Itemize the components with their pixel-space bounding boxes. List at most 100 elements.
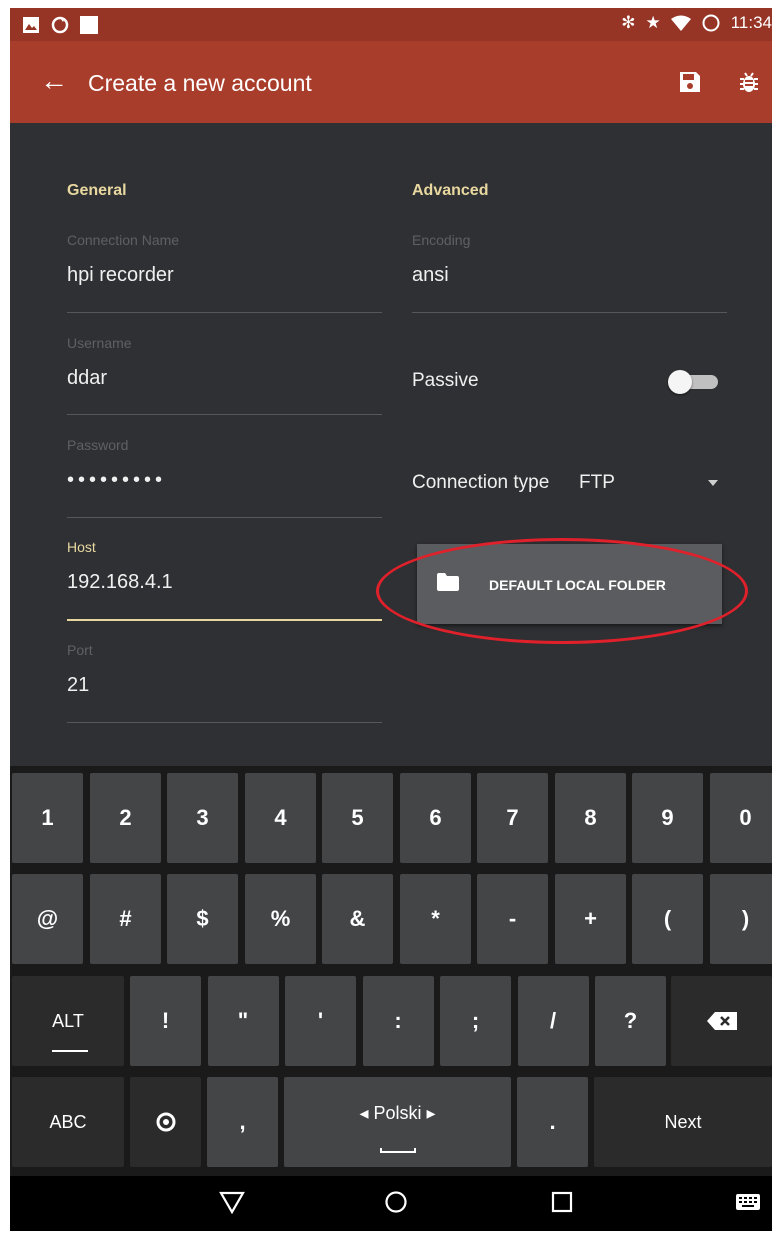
key-row2-3[interactable]: % [245, 874, 316, 964]
key-row1-5-label: 6 [429, 805, 442, 830]
period-key-label: . [549, 1109, 556, 1134]
key-row3-3[interactable]: : [362, 976, 434, 1066]
connection-name-underline [67, 312, 382, 313]
notification-icons [22, 15, 98, 35]
key-row1-6[interactable]: 7 [477, 773, 548, 863]
key-row3-4[interactable]: ; [440, 976, 511, 1066]
default-local-folder-label: DEFAULT LOCAL FOLDER [489, 577, 666, 593]
default-local-folder-button[interactable]: DEFAULT LOCAL FOLDER [417, 544, 722, 624]
clock: 11:34 [730, 13, 772, 32]
connection-type-select[interactable]: FTP [579, 472, 615, 494]
key-row1-4[interactable]: 5 [322, 773, 393, 863]
password-value[interactable]: ••••••••• [67, 469, 382, 497]
password-label: Password [67, 437, 129, 453]
key-row2-4-label: & [349, 906, 366, 931]
key-row1-9[interactable]: 0 [710, 773, 772, 863]
key-row2-2-label: $ [196, 906, 209, 931]
page-title: Create a new account [88, 70, 312, 96]
recents-nav-icon[interactable] [549, 1189, 575, 1215]
key-row3-2-label: ' [317, 1008, 324, 1033]
key-row3-0-label: ! [161, 1008, 170, 1033]
username-field[interactable]: Username ddar [67, 335, 382, 415]
star-icon: ★ [645, 13, 661, 32]
battery-icon [702, 14, 720, 32]
image-notification-icon [23, 17, 39, 33]
key-row2-5[interactable]: * [400, 874, 471, 964]
port-value[interactable]: 21 [67, 674, 382, 702]
key-row2-6-label: - [508, 906, 517, 931]
key-row1-1[interactable]: 2 [90, 773, 161, 863]
key-row2-8-label: ( [663, 906, 672, 931]
key-row3-6[interactable]: ? [595, 976, 666, 1066]
key-row1-2[interactable]: 3 [167, 773, 238, 863]
key-row2-8[interactable]: ( [632, 874, 703, 964]
next-key-label: Next [664, 1111, 702, 1132]
comma-key-label: , [239, 1109, 246, 1134]
key-row1-7[interactable]: 8 [555, 773, 626, 863]
host-underline [67, 619, 382, 621]
key-row3-5[interactable]: / [517, 976, 589, 1066]
comma-key[interactable]: , [207, 1077, 278, 1167]
key-row1-3[interactable]: 4 [245, 773, 316, 863]
passive-toggle-knob [668, 370, 692, 394]
backspace-key[interactable] [671, 976, 772, 1066]
soft-keyboard: 1 @2 #3 $4% 5 & 6 * 7 - 8 +9 (0) ALT! " ':; /? ABC, ◂ Pols… [10, 766, 772, 1176]
key-row2-5-label: * [431, 906, 440, 931]
port-field[interactable]: Port 21 [67, 642, 382, 723]
key-row2-1[interactable]: # [90, 874, 161, 964]
key-row1-1-label: 2 [119, 805, 132, 830]
key-row3-0[interactable]: ! [130, 976, 201, 1066]
dropdown-arrow-icon[interactable] [708, 480, 718, 486]
back-arrow-icon[interactable]: ← [40, 63, 68, 99]
key-row2-7[interactable]: + [555, 874, 626, 964]
next-key[interactable]: Next [594, 1077, 772, 1167]
home-nav-icon[interactable] [383, 1189, 409, 1215]
key-row2-7-label: + [584, 906, 597, 931]
encoding-field[interactable]: Encoding ansi [412, 232, 727, 313]
screen: ✻ ★ 11:34 ← Create a new account General… [10, 8, 772, 1231]
password-field[interactable]: Password ••••••••• [67, 437, 382, 518]
alt-key[interactable]: ALT [12, 976, 124, 1066]
space-indicator [380, 1148, 416, 1153]
passive-toggle[interactable] [668, 370, 722, 394]
username-underline [67, 414, 382, 415]
alt-indicator [52, 1050, 88, 1052]
keyboard-switch-icon[interactable] [735, 1193, 761, 1211]
key-row1-0-label: 1 [41, 805, 54, 830]
key-row2-1-label: # [119, 906, 132, 931]
connection-name-value[interactable]: hpi recorder [67, 264, 382, 292]
key-row1-0[interactable]: 1 [12, 773, 83, 863]
username-value[interactable]: ddar [67, 367, 382, 395]
key-row3-1[interactable]: " [207, 976, 279, 1066]
abc-key-label: ABC [49, 1111, 87, 1132]
host-value[interactable]: 192.168.4.1 [67, 571, 382, 599]
encoding-label: Encoding [412, 232, 471, 248]
key-row2-4[interactable]: & [322, 874, 393, 964]
key-row2-0[interactable]: @ [12, 874, 83, 964]
connection-name-field[interactable]: Connection Name hpi recorder [67, 232, 382, 313]
period-key[interactable]: . [517, 1077, 588, 1167]
key-row1-8[interactable]: 9 [632, 773, 703, 863]
key-row1-2-label: 3 [196, 805, 209, 830]
key-row2-2[interactable]: $ [167, 874, 238, 964]
key-row1-6-label: 7 [506, 805, 519, 830]
port-label: Port [67, 642, 93, 658]
key-row2-9[interactable]: ) [710, 874, 772, 964]
space-key[interactable]: ◂ Polski ▸ [284, 1077, 511, 1167]
bluetooth-icon: ✻ [621, 13, 636, 32]
key-row1-5[interactable]: 6 [400, 773, 471, 863]
key-row1-8-label: 9 [661, 805, 674, 830]
back-nav-icon[interactable] [219, 1189, 245, 1215]
emoji-key[interactable] [130, 1077, 201, 1167]
key-row1-9-label: 0 [739, 805, 752, 830]
key-row2-6[interactable]: - [477, 874, 548, 964]
system-icons: ✻ ★ 11:34 [621, 13, 772, 33]
save-icon[interactable] [679, 71, 701, 93]
key-row3-2[interactable]: ' [285, 976, 356, 1066]
key-row1-7-label: 8 [584, 805, 597, 830]
host-field[interactable]: Host 192.168.4.1 [67, 539, 382, 621]
abc-key[interactable]: ABC [12, 1077, 124, 1167]
bug-report-icon[interactable] [738, 71, 760, 93]
encoding-value[interactable]: ansi [412, 264, 727, 292]
advanced-heading: Advanced [412, 182, 489, 199]
